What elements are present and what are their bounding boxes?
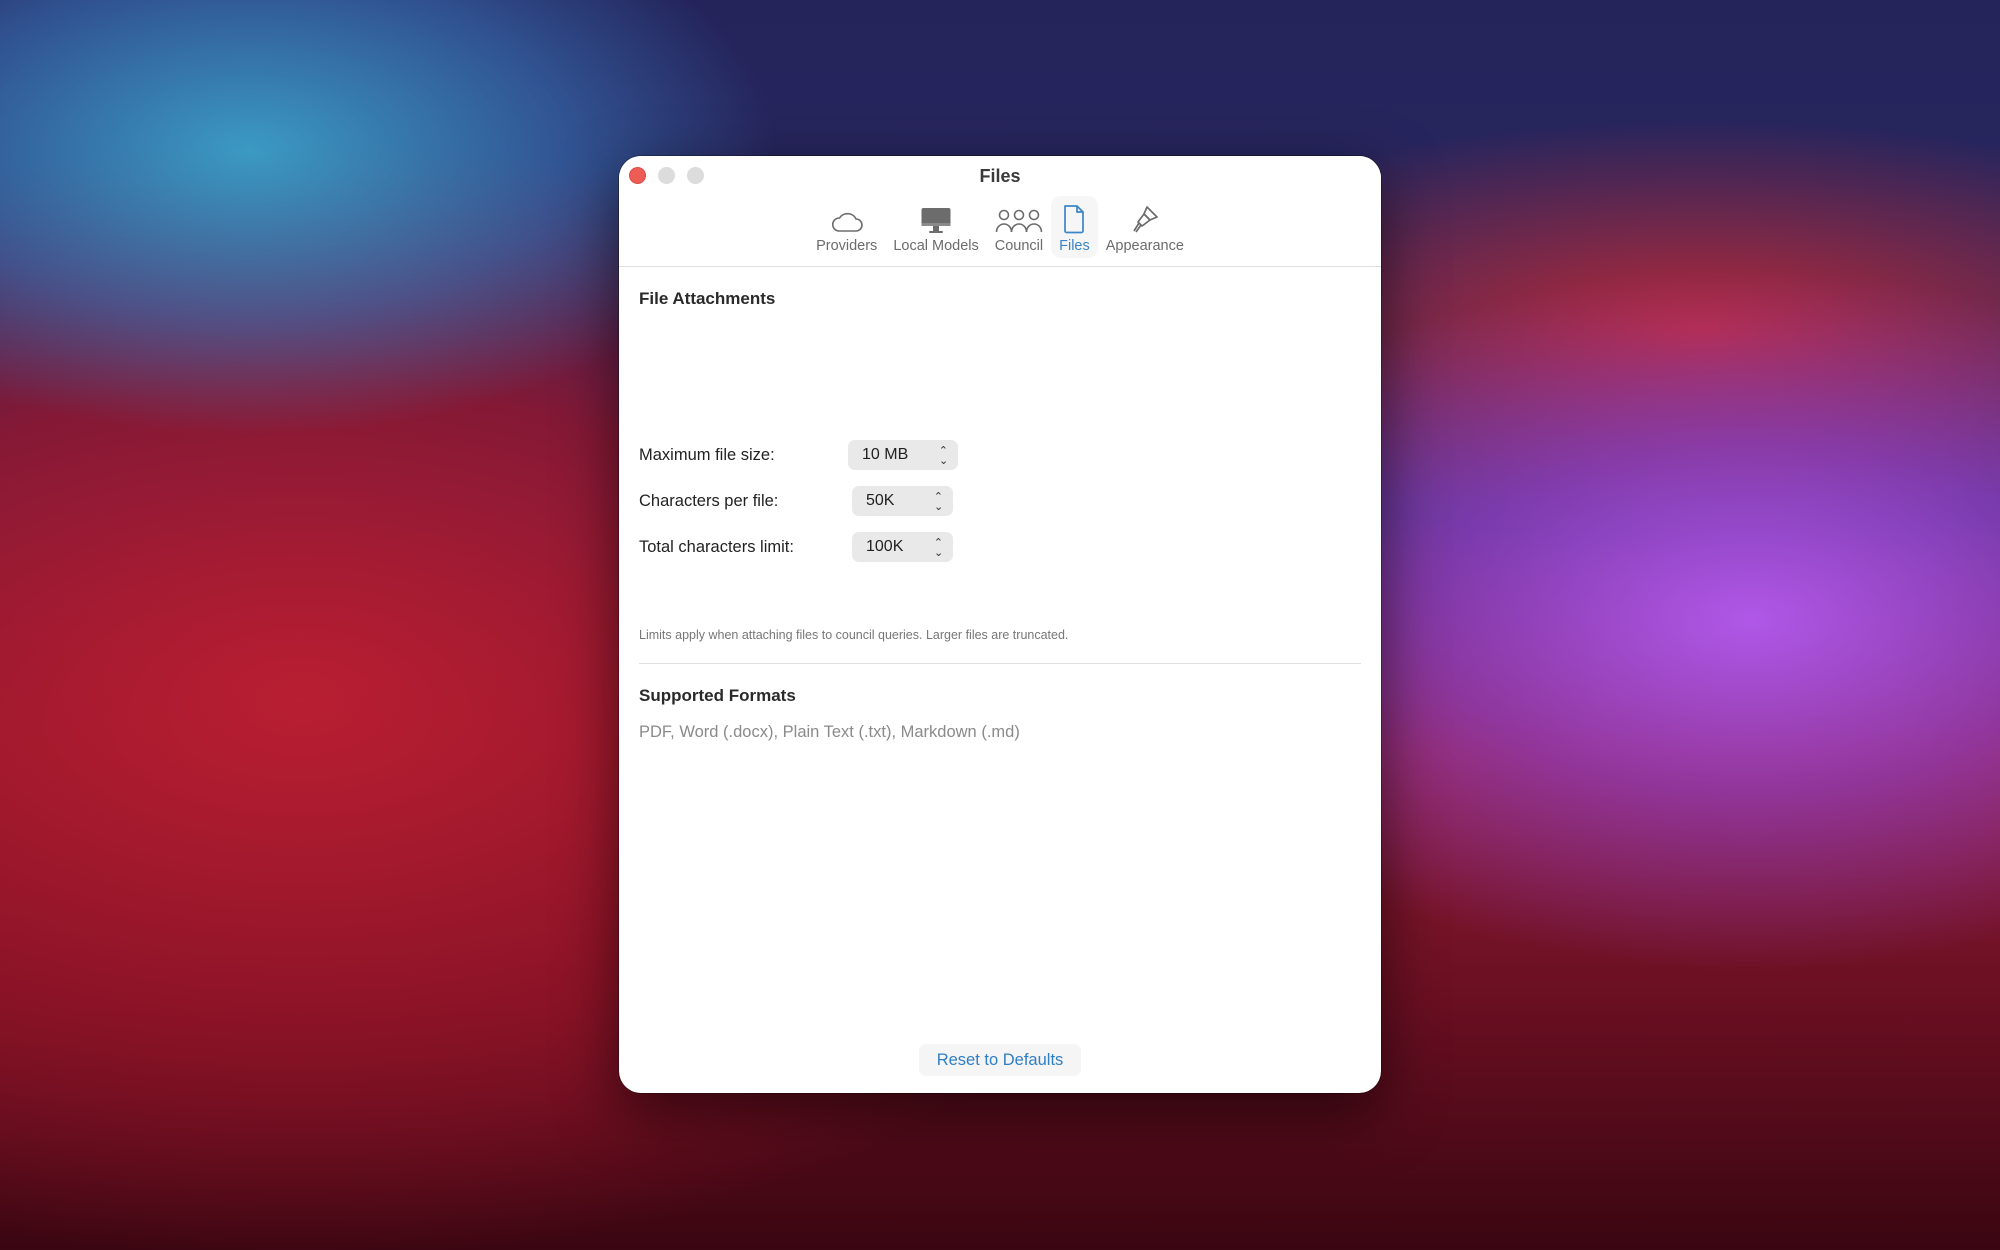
total-chars-label: Total characters limit: [639, 537, 794, 556]
people-icon [995, 202, 1043, 234]
chars-per-file-label: Characters per file: [639, 491, 779, 510]
titlebar: Files Providers Local Models Council Fil… [619, 156, 1381, 267]
total-chars-stepper[interactable]: 100K ⌃ ⌃ [852, 532, 953, 562]
up-down-chevron-icon: ⌃ ⌃ [938, 445, 948, 466]
tab-label: Council [994, 238, 1044, 254]
tab-files[interactable]: Files [1051, 196, 1098, 258]
tab-label: Appearance [1105, 238, 1184, 254]
stepper-value: 10 MB [862, 446, 909, 463]
window-title: Files [979, 166, 1021, 186]
max-file-size-label: Maximum file size: [639, 445, 775, 464]
monitor-icon [920, 202, 952, 234]
chars-per-file-row: Characters per file: 50K ⌃ ⌃ [639, 486, 953, 516]
section-title-supported-formats: Supported Formats [639, 686, 796, 705]
section-divider [639, 663, 1361, 664]
total-chars-row: Total characters limit: 100K ⌃ ⌃ [639, 532, 953, 562]
supported-formats-list: PDF, Word (.docx), Plain Text (.txt), Ma… [639, 723, 1020, 741]
tab-providers[interactable]: Providers [808, 196, 885, 258]
chars-per-file-stepper[interactable]: 50K ⌃ ⌃ [852, 486, 953, 516]
up-down-chevron-icon: ⌃ ⌃ [933, 491, 943, 512]
paintbrush-icon [1130, 202, 1160, 234]
reset-to-defaults-button[interactable]: Reset to Defaults [919, 1044, 1081, 1076]
tab-label: Files [1059, 238, 1090, 254]
tab-label: Providers [816, 238, 878, 254]
stepper-value: 100K [866, 538, 904, 555]
up-down-chevron-icon: ⌃ ⌃ [933, 537, 943, 558]
max-file-size-stepper[interactable]: 10 MB ⌃ ⌃ [848, 440, 958, 470]
settings-window: Files Providers Local Models Council Fil… [619, 156, 1381, 1093]
section-title-file-attachments: File Attachments [639, 289, 776, 308]
tab-local-models[interactable]: Local Models [885, 196, 986, 258]
tab-council[interactable]: Council [987, 196, 1051, 258]
tab-label: Local Models [893, 238, 979, 254]
limits-hint: Limits apply when attaching files to cou… [639, 628, 1069, 642]
stepper-value: 50K [866, 492, 895, 509]
max-file-size-row: Maximum file size: 10 MB ⌃ ⌃ [639, 440, 958, 470]
document-icon [1062, 202, 1086, 234]
tab-appearance[interactable]: Appearance [1098, 196, 1192, 258]
cloud-icon [830, 202, 864, 234]
toolbar-tabs: Providers Local Models Council Files App… [619, 196, 1381, 258]
